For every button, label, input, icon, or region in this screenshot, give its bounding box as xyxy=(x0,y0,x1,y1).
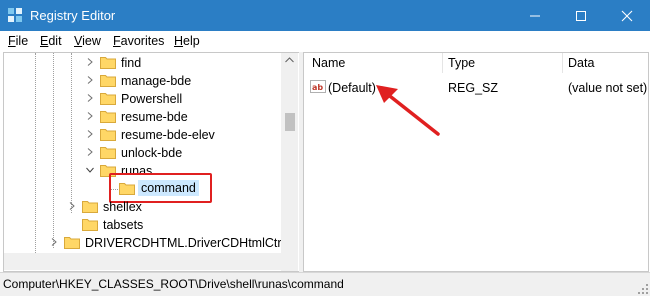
scroll-up-icon[interactable] xyxy=(285,57,294,63)
tree-item-tabsets[interactable]: tabsets xyxy=(4,216,281,234)
folder-icon xyxy=(82,219,98,231)
menu-file-label: ile xyxy=(15,34,29,48)
folder-icon xyxy=(100,75,116,87)
key-tree-pane[interactable]: find manage-bde Powershell resume-bde re… xyxy=(3,52,300,272)
menu-help-label: elp xyxy=(183,34,200,48)
tree-item-label: DRIVERCDHTML.DriverCDHtmlCtrl.1 xyxy=(85,236,295,250)
chevron-right-icon[interactable] xyxy=(86,94,94,102)
chevron-down-icon[interactable] xyxy=(86,166,94,174)
close-button[interactable] xyxy=(604,0,650,31)
title-bar: Registry Editor xyxy=(0,0,650,31)
chevron-right-icon[interactable] xyxy=(68,202,76,210)
tree-item-label: Powershell xyxy=(121,92,183,106)
tree-item-label: tabsets xyxy=(103,218,144,232)
minimize-icon xyxy=(530,15,540,17)
tree-item-powershell[interactable]: Powershell xyxy=(4,90,281,108)
minimize-button[interactable] xyxy=(512,0,558,31)
menu-help-mnemonic: H xyxy=(174,34,184,48)
status-bar: Computer\HKEY_CLASSES_ROOT\Drive\shell\r… xyxy=(0,272,650,296)
tree-item-shellex[interactable]: shellex xyxy=(4,198,281,216)
folder-icon xyxy=(64,237,80,249)
tree-item-manage-bde[interactable]: manage-bde xyxy=(4,72,281,90)
value-data: (value not set) xyxy=(568,81,648,95)
chevron-right-icon[interactable] xyxy=(86,58,94,66)
menu-view[interactable]: View xyxy=(74,34,101,48)
svg-text:ab: ab xyxy=(312,83,323,92)
string-value-icon: ab xyxy=(310,80,326,93)
window-title: Registry Editor xyxy=(30,8,116,23)
status-path: Computer\HKEY_CLASSES_ROOT\Drive\shell\r… xyxy=(3,277,344,291)
tree-item-label: unlock-bde xyxy=(121,146,183,160)
annotation-arrow-icon xyxy=(376,85,440,136)
chevron-right-icon[interactable] xyxy=(50,238,58,246)
tree-item-label: resume-bde xyxy=(121,110,188,124)
maximize-icon xyxy=(576,11,586,21)
folder-icon xyxy=(82,201,98,213)
menu-bar: File Edit View Favorites Help xyxy=(0,31,650,51)
maximize-button[interactable] xyxy=(558,0,604,31)
menu-help[interactable]: Help xyxy=(174,34,200,48)
chevron-right-icon[interactable] xyxy=(86,112,94,120)
menu-favorites-label: avorites xyxy=(120,34,165,48)
folder-icon xyxy=(100,147,116,159)
regedit-app-icon xyxy=(8,8,22,22)
menu-favorites[interactable]: Favorites xyxy=(113,34,164,48)
column-header-name[interactable]: Name xyxy=(312,56,345,70)
chevron-right-icon[interactable] xyxy=(86,148,94,156)
column-header-type[interactable]: Type xyxy=(448,56,475,70)
column-separator[interactable] xyxy=(562,53,563,73)
tree-item-unlock-bde[interactable]: unlock-bde xyxy=(4,144,281,162)
menu-file-mnemonic: F xyxy=(8,34,16,48)
values-list-pane[interactable]: Name Type Data ab (Default) REG_SZ (valu… xyxy=(303,52,649,272)
tree-item-label: shellex xyxy=(103,200,142,214)
tree-item-label: find xyxy=(121,56,142,70)
tree-item-label: manage-bde xyxy=(121,74,192,88)
resize-grip-icon[interactable] xyxy=(638,284,648,294)
menu-view-mnemonic: V xyxy=(74,34,83,48)
folder-icon xyxy=(100,57,116,69)
menu-edit-label: dit xyxy=(48,34,62,48)
column-header-data[interactable]: Data xyxy=(568,56,594,70)
column-separator[interactable] xyxy=(442,53,443,73)
tree-item-find[interactable]: find xyxy=(4,54,281,72)
folder-icon xyxy=(100,129,116,141)
menu-favorites-mnemonic: F xyxy=(113,34,121,48)
close-icon xyxy=(621,10,633,22)
folder-icon xyxy=(100,93,116,105)
menu-view-label: iew xyxy=(82,34,101,48)
folder-icon xyxy=(100,111,116,123)
tree-item-label: resume-bde-elev xyxy=(121,128,215,142)
chevron-right-icon[interactable] xyxy=(86,76,94,84)
menu-file[interactable]: File xyxy=(8,34,28,48)
value-name: (Default) xyxy=(328,81,376,95)
menu-edit[interactable]: Edit xyxy=(40,34,62,48)
tree-horizontal-scrollbar[interactable] xyxy=(4,253,281,270)
tree-item-resume-bde[interactable]: resume-bde xyxy=(4,108,281,126)
scrollbar-thumb[interactable] xyxy=(285,113,295,131)
tree-vertical-scrollbar[interactable] xyxy=(281,53,298,271)
value-type: REG_SZ xyxy=(448,81,499,95)
chevron-right-icon[interactable] xyxy=(86,130,94,138)
tree-item-resume-bde-elev[interactable]: resume-bde-elev xyxy=(4,126,281,144)
tree-item-drivercdhtml[interactable]: DRIVERCDHTML.DriverCDHtmlCtrl.1 xyxy=(4,234,295,252)
